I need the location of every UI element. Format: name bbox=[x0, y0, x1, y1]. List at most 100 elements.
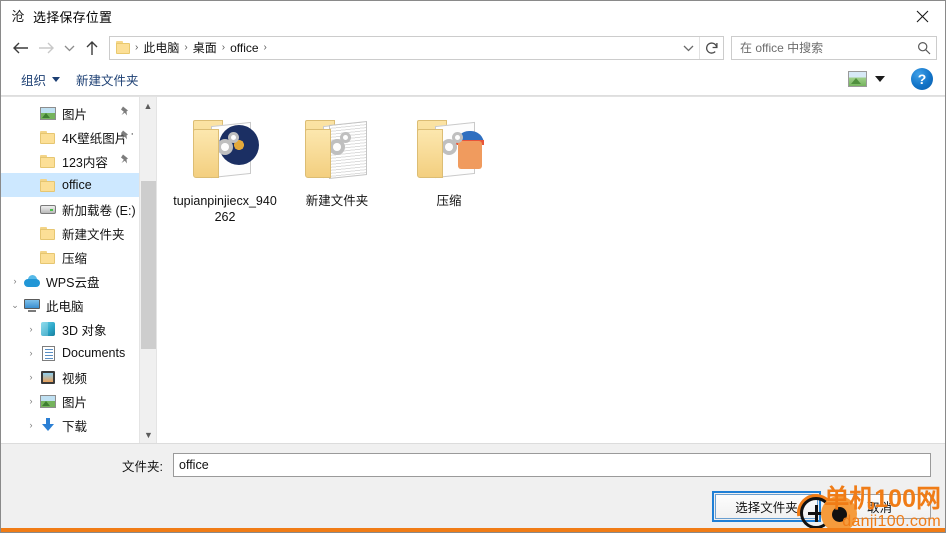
view-mode-button[interactable] bbox=[842, 68, 891, 90]
sidebar-item-icon bbox=[23, 297, 41, 313]
sidebar-item-4[interactable]: 新加载卷 (E:) bbox=[1, 197, 140, 221]
sidebar-item-icon bbox=[39, 225, 57, 241]
back-button[interactable] bbox=[7, 35, 33, 61]
sidebar-item-7[interactable]: › WPS云盘 bbox=[1, 269, 140, 293]
back-arrow-icon bbox=[12, 42, 28, 53]
sidebar-item-label: 新加载卷 (E:) bbox=[62, 203, 136, 218]
expand-chevron-icon[interactable] bbox=[23, 177, 39, 193]
scrollbar-thumb[interactable] bbox=[141, 181, 156, 349]
breadcrumb-item-2[interactable]: office bbox=[226, 41, 262, 55]
up-arrow-icon bbox=[86, 40, 98, 55]
pin-icon[interactable] bbox=[120, 154, 130, 169]
sidebar-item-icon bbox=[39, 129, 57, 145]
search-input[interactable]: 在 office 中搜索 bbox=[732, 39, 912, 56]
expand-chevron-icon[interactable] bbox=[23, 129, 39, 145]
refresh-icon bbox=[705, 41, 718, 54]
breadcrumb-item-0[interactable]: 此电脑 bbox=[139, 39, 183, 56]
folder-icon bbox=[40, 250, 56, 264]
sidebar-item-3[interactable]: office bbox=[1, 173, 140, 197]
folder-thumbnail bbox=[299, 111, 375, 187]
expand-chevron-icon[interactable]: › bbox=[7, 273, 23, 289]
scroll-down-arrow-icon[interactable]: ▼ bbox=[140, 426, 156, 443]
file-item-label: 新建文件夹 bbox=[305, 194, 369, 208]
sidebar-item-2[interactable]: 123内容 bbox=[1, 149, 140, 173]
sidebar-item-label: 压缩 bbox=[62, 251, 88, 266]
expand-chevron-icon[interactable]: ⌄ bbox=[7, 297, 23, 313]
picture-icon bbox=[40, 106, 56, 120]
scroll-up-arrow-icon[interactable]: ▲ bbox=[140, 97, 156, 114]
up-button[interactable] bbox=[79, 35, 105, 61]
expand-chevron-icon[interactable] bbox=[23, 201, 39, 217]
sidebar-item-8[interactable]: ⌄ 此电脑 bbox=[1, 293, 140, 317]
chevron-down-icon bbox=[64, 45, 74, 51]
folder-name-input[interactable]: office bbox=[173, 453, 931, 477]
expand-chevron-icon[interactable]: › bbox=[23, 417, 39, 433]
sidebar-item-5[interactable]: 新建文件夹 bbox=[1, 221, 140, 245]
sidebar-item-12[interactable]: › 图片 bbox=[1, 389, 140, 413]
breadcrumb: › 此电脑 › 桌面 › office › bbox=[110, 37, 677, 59]
sidebar-item-icon bbox=[39, 345, 57, 361]
search-box[interactable]: 在 office 中搜索 bbox=[731, 35, 937, 60]
sidebar-item-icon bbox=[39, 369, 57, 385]
close-button[interactable] bbox=[899, 1, 945, 31]
sidebar-item-label: 图片 bbox=[62, 107, 88, 122]
videos-icon bbox=[41, 370, 55, 384]
file-item-label: tupianpinjiecx_940262 bbox=[173, 194, 277, 224]
cloud-icon bbox=[24, 275, 40, 287]
navigation-scrollbar[interactable]: ▲ ▼ bbox=[139, 97, 156, 443]
expand-chevron-icon[interactable] bbox=[23, 105, 39, 121]
sidebar-item-11[interactable]: › 视频 bbox=[1, 365, 140, 389]
pin-icon[interactable] bbox=[120, 130, 130, 145]
sidebar-item-label: 3D 对象 bbox=[62, 323, 107, 338]
folder-name-row: 文件夹: office bbox=[1, 444, 945, 486]
sidebar-item-0[interactable]: 图片 bbox=[1, 101, 140, 125]
breadcrumb-item-1[interactable]: 桌面 bbox=[189, 39, 221, 56]
dialog-button-row: 选择文件夹 取消 bbox=[1, 486, 945, 532]
new-folder-button[interactable]: 新建文件夹 bbox=[68, 66, 147, 93]
refresh-button[interactable] bbox=[699, 36, 723, 59]
file-item[interactable]: 压缩 bbox=[393, 111, 505, 225]
organize-button[interactable]: 组织 bbox=[13, 66, 68, 93]
folder-icon bbox=[116, 40, 132, 55]
pin-icon[interactable] bbox=[120, 106, 130, 121]
breadcrumb-separator: › bbox=[263, 42, 267, 53]
sidebar-item-label: office bbox=[62, 178, 92, 192]
expand-chevron-icon[interactable] bbox=[23, 153, 39, 169]
file-item-label: 压缩 bbox=[436, 194, 462, 208]
sidebar-item-9[interactable]: › 3D 对象 bbox=[1, 317, 140, 341]
help-button[interactable]: ? bbox=[911, 68, 933, 90]
help-label: ? bbox=[917, 71, 927, 87]
file-item[interactable]: tupianpinjiecx_940262 bbox=[169, 111, 281, 225]
sidebar-item-icon bbox=[39, 321, 57, 337]
sidebar-item-10[interactable]: › Documents bbox=[1, 341, 140, 365]
sidebar-item-6[interactable]: 压缩 bbox=[1, 245, 140, 269]
recent-locations-button[interactable] bbox=[59, 35, 79, 61]
expand-chevron-icon[interactable] bbox=[23, 225, 39, 241]
sidebar-item-icon bbox=[39, 105, 57, 121]
sidebar-item-1[interactable]: 4K壁纸图片 ˙ bbox=[1, 125, 140, 149]
sidebar-item-label: Documents bbox=[62, 346, 126, 360]
title-bar: 沧 选择保存位置 bbox=[1, 1, 945, 32]
folder-icon bbox=[187, 111, 263, 187]
forward-button[interactable] bbox=[33, 35, 59, 61]
cancel-button[interactable]: 取消 bbox=[828, 493, 931, 519]
picture-icon bbox=[40, 394, 56, 408]
expand-chevron-icon[interactable]: › bbox=[23, 345, 39, 361]
expand-chevron-icon[interactable]: › bbox=[23, 321, 39, 337]
expand-chevron-icon[interactable]: › bbox=[23, 393, 39, 409]
address-bar[interactable]: › 此电脑 › 桌面 › office › bbox=[109, 35, 724, 60]
folder-icon bbox=[40, 178, 56, 192]
sidebar-item-13[interactable]: › 下载 bbox=[1, 413, 140, 437]
folder-icon bbox=[411, 111, 487, 187]
file-item[interactable]: 新建文件夹 bbox=[281, 111, 393, 225]
expand-chevron-icon[interactable]: › bbox=[23, 369, 39, 385]
address-dropdown-button[interactable] bbox=[677, 37, 699, 59]
folder-icon bbox=[40, 130, 56, 144]
sidebar-item-icon bbox=[39, 249, 57, 265]
navigation-bar: › 此电脑 › 桌面 › office › 在 office 中搜索 bbox=[1, 32, 945, 63]
sidebar-item-icon bbox=[39, 153, 57, 169]
select-folder-button[interactable]: 选择文件夹 bbox=[712, 490, 821, 522]
expand-chevron-icon[interactable] bbox=[23, 249, 39, 265]
file-list[interactable]: tupianpinjiecx_940262 新建文件夹 压缩 bbox=[157, 97, 945, 443]
folder-icon bbox=[299, 111, 375, 187]
